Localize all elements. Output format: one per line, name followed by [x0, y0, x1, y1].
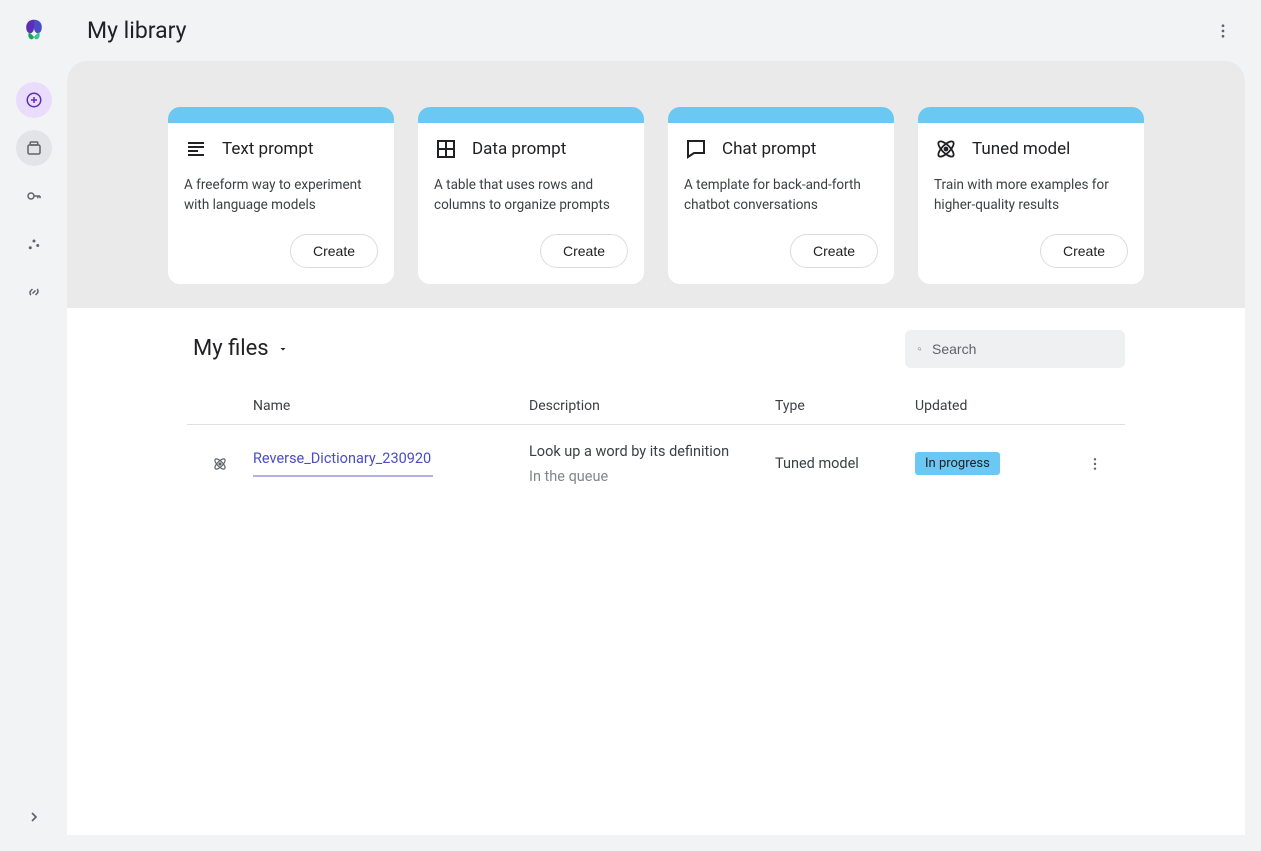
my-files-label: My files — [193, 336, 269, 361]
card-title: Tuned model — [972, 139, 1070, 159]
create-chat-prompt-button[interactable]: Create — [790, 234, 878, 268]
status-badge: In progress — [915, 452, 1000, 475]
header-more-button[interactable] — [1205, 13, 1241, 49]
card-description: A template for back-and-forth chatbot co… — [684, 175, 878, 216]
scatter-nav-button[interactable] — [16, 226, 52, 262]
create-new-button[interactable] — [16, 82, 52, 118]
row-type: Tuned model — [775, 455, 915, 472]
create-card-strip: Text prompt A freeform way to experiment… — [67, 61, 1245, 308]
table-header: Name Description Type Updated — [187, 388, 1125, 425]
app-logo — [19, 16, 49, 46]
row-description-sub: In the queue — [529, 468, 775, 485]
row-type-icon — [187, 456, 253, 472]
row-description: Look up a word by its definition — [529, 443, 775, 460]
sidebar — [0, 0, 67, 851]
card-chat-prompt: Chat prompt A template for back-and-fort… — [668, 107, 894, 284]
row-more-button[interactable] — [1073, 456, 1117, 472]
files-table: Name Description Type Updated — [187, 388, 1125, 503]
chevron-down-icon — [277, 343, 289, 355]
card-description: Train with more examples for higher-qual… — [934, 175, 1128, 216]
card-description: A freeform way to experiment with langua… — [184, 175, 378, 216]
search-input[interactable] — [932, 341, 1113, 357]
card-accent-bar — [418, 107, 644, 123]
file-name-link[interactable]: Reverse_Dictionary_230920 — [253, 450, 529, 467]
my-files-dropdown[interactable]: My files — [187, 332, 295, 365]
link-nav-button[interactable] — [16, 274, 52, 310]
card-title: Data prompt — [472, 139, 566, 159]
subject-icon — [184, 137, 208, 161]
grid-icon — [434, 137, 458, 161]
page-title: My library — [87, 17, 187, 44]
card-title: Text prompt — [222, 139, 313, 159]
col-updated: Updated — [915, 398, 1073, 414]
search-icon — [917, 341, 922, 357]
card-text-prompt: Text prompt A freeform way to experiment… — [168, 107, 394, 284]
create-text-prompt-button[interactable]: Create — [290, 234, 378, 268]
card-title: Chat prompt — [722, 139, 816, 159]
card-accent-bar — [168, 107, 394, 123]
card-description: A table that uses rows and columns to or… — [434, 175, 628, 216]
col-description: Description — [529, 398, 775, 414]
atom-icon — [934, 137, 958, 161]
search-box[interactable] — [905, 330, 1125, 368]
library-nav-button[interactable] — [16, 130, 52, 166]
card-data-prompt: Data prompt A table that uses rows and c… — [418, 107, 644, 284]
row-progress-bar — [253, 475, 433, 477]
expand-sidebar-button[interactable] — [16, 799, 52, 835]
files-section: My files — [67, 308, 1245, 503]
col-name: Name — [253, 398, 529, 414]
content-panel: Text prompt A freeform way to experiment… — [67, 61, 1245, 835]
col-type: Type — [775, 398, 915, 414]
chat-icon — [684, 137, 708, 161]
card-accent-bar — [668, 107, 894, 123]
create-tuned-model-button[interactable]: Create — [1040, 234, 1128, 268]
table-row: Reverse_Dictionary_230920 Look up a word… — [187, 425, 1125, 503]
create-data-prompt-button[interactable]: Create — [540, 234, 628, 268]
card-accent-bar — [918, 107, 1144, 123]
key-nav-button[interactable] — [16, 178, 52, 214]
card-tuned-model: Tuned model Train with more examples for… — [918, 107, 1144, 284]
header: My library — [67, 0, 1261, 61]
atom-icon — [212, 456, 228, 472]
